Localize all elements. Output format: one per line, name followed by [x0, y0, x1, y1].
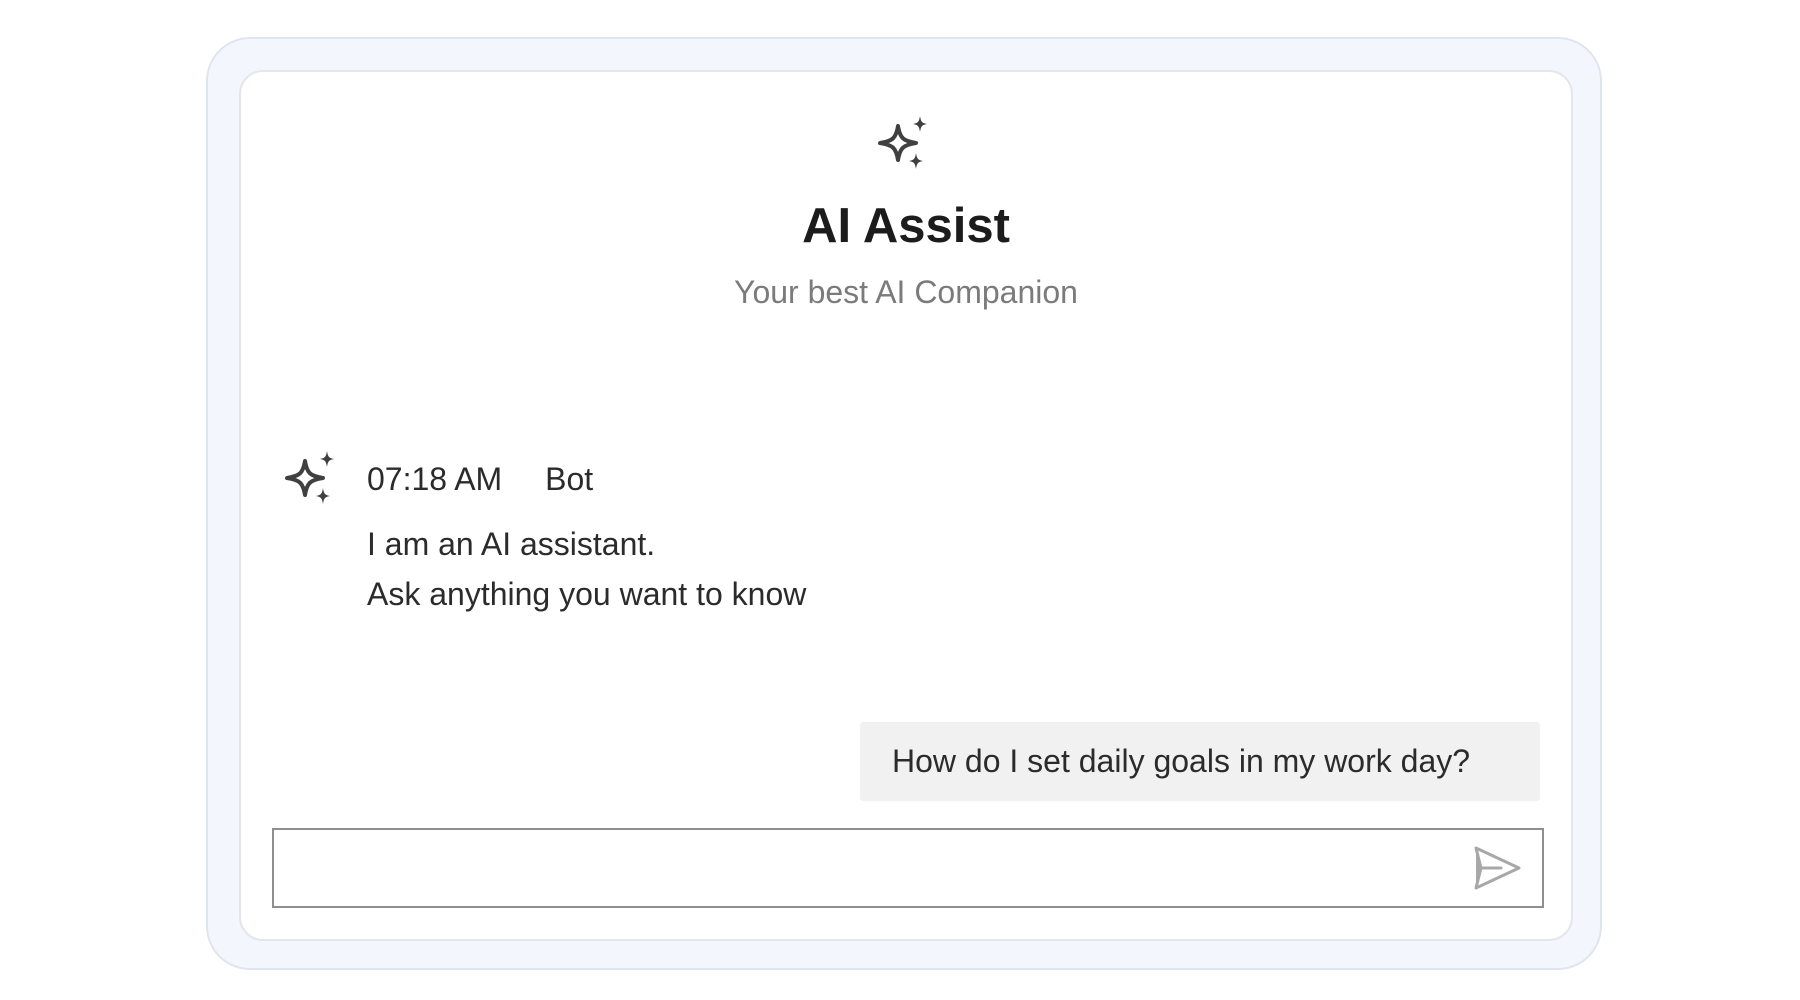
user-message: How do I set daily goals in my work day?	[860, 722, 1540, 801]
message-input[interactable]	[284, 836, 1428, 902]
message-sender: Bot	[545, 461, 594, 497]
send-icon	[1474, 846, 1521, 890]
bot-message: 07:18 AM Bot I am an AI assistant. Ask a…	[279, 447, 1179, 617]
sparkles-icon	[279, 447, 341, 509]
send-button[interactable]	[1471, 844, 1523, 892]
message-timestamp: 07:18 AM	[367, 461, 503, 497]
bot-message-line: Ask anything you want to know	[367, 576, 807, 612]
bot-message-text: I am an AI assistant. Ask anything you w…	[367, 519, 806, 619]
bot-message-meta: 07:18 AM Bot	[367, 459, 593, 499]
message-composer	[272, 828, 1544, 908]
chat-widget-frame: AI Assist Your best AI Companion 07:18 A…	[206, 37, 1602, 970]
page-subtitle: Your best AI Companion	[734, 274, 1078, 310]
chat-card: AI Assist Your best AI Companion 07:18 A…	[239, 70, 1573, 941]
bot-message-line: I am an AI assistant.	[367, 526, 656, 562]
page-title: AI Assist	[802, 199, 1010, 253]
sparkles-icon	[872, 112, 934, 174]
